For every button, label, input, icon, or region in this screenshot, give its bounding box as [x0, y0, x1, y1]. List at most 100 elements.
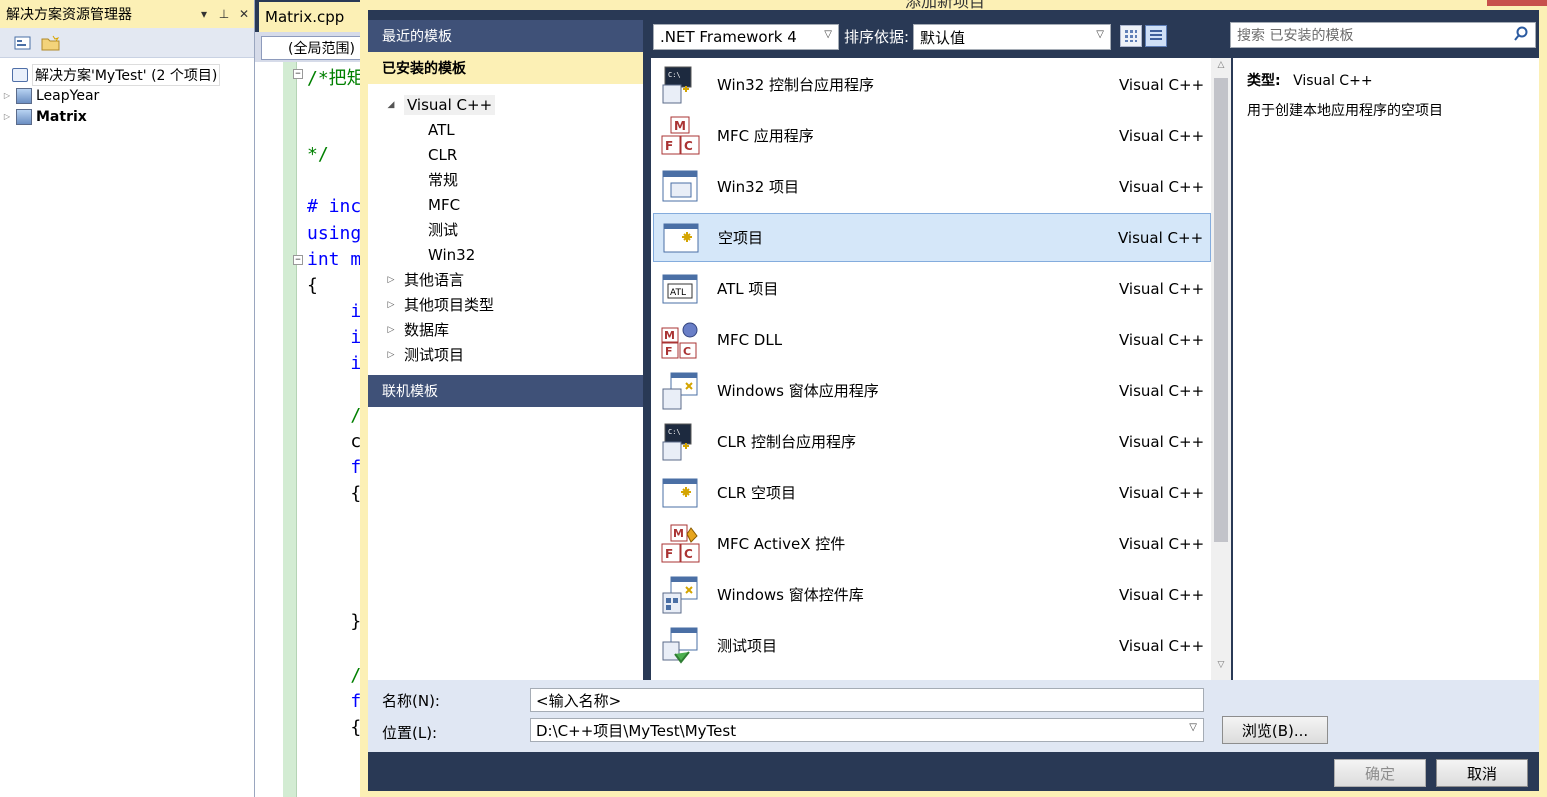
- solution-icon: [12, 67, 28, 82]
- tree-item-label: Visual C++: [404, 94, 496, 115]
- template-item[interactable]: ATL ATL 项目 Visual C++: [653, 264, 1211, 313]
- empty-project-icon: [662, 218, 702, 258]
- template-description-panel: 类型: Visual C++ 用于创建本地应用程序的空项目: [1233, 58, 1539, 680]
- template-item[interactable]: C:\ Win32 控制台应用程序 Visual C++: [653, 60, 1211, 109]
- cancel-button[interactable]: 取消: [1436, 759, 1528, 787]
- tree-item-test-projects[interactable]: ▷ 测试项目: [368, 342, 643, 367]
- project-node-leapyear[interactable]: ▷ LeapYear: [0, 85, 254, 106]
- expand-arrow-icon[interactable]: ▷: [384, 325, 398, 335]
- code-line: # inc: [307, 196, 362, 217]
- show-all-files-button[interactable]: [40, 33, 62, 53]
- scroll-thumb[interactable]: [1214, 78, 1228, 542]
- tree-item-other-languages[interactable]: ▷ 其他语言: [368, 267, 643, 292]
- template-item[interactable]: Windows 窗体控件库 Visual C++: [653, 570, 1211, 619]
- section-recent-templates[interactable]: 最近的模板: [368, 20, 643, 52]
- tree-item-atl[interactable]: ATL: [368, 117, 643, 142]
- vertical-scrollbar[interactable]: △ ▽: [1211, 58, 1231, 680]
- tree-item-clr[interactable]: CLR: [368, 142, 643, 167]
- ok-button[interactable]: 确定: [1334, 759, 1426, 787]
- framework-select[interactable]: .NET Framework 4 ▽: [653, 24, 839, 50]
- tree-item-label: ATL: [428, 120, 455, 139]
- fold-toggle-icon[interactable]: −: [293, 69, 303, 79]
- tree-item-database[interactable]: ▷ 数据库: [368, 317, 643, 342]
- solution-explorer-title: 解决方案资源管理器: [6, 7, 132, 23]
- tree-item-general[interactable]: 常规: [368, 167, 643, 192]
- type-value: Visual C++: [1293, 73, 1373, 89]
- scroll-up-icon[interactable]: △: [1211, 60, 1231, 78]
- code-line: using: [307, 223, 362, 244]
- solution-node[interactable]: 解决方案'MyTest' (2 个项目): [0, 63, 254, 86]
- browse-button[interactable]: 浏览(B)...: [1222, 716, 1328, 744]
- template-item[interactable]: Windows 窗体应用程序 Visual C++: [653, 366, 1211, 415]
- svg-text:M: M: [664, 329, 675, 342]
- scroll-down-icon[interactable]: ▽: [1211, 660, 1231, 678]
- tree-item-other-project-types[interactable]: ▷ 其他项目类型: [368, 292, 643, 317]
- name-label: 名称(N):: [382, 692, 440, 710]
- template-item[interactable]: Win32 项目 Visual C++: [653, 162, 1211, 211]
- code-line: i: [307, 301, 362, 322]
- add-new-project-dialog: 添加新项目 最近的模板 已安装的模板 ◢ Visual C++ ATL CLR …: [360, 0, 1547, 797]
- section-label: 已安装的模板: [382, 61, 466, 77]
- expand-arrow-icon[interactable]: ▷: [384, 350, 398, 360]
- dialog-body: 最近的模板 已安装的模板 ◢ Visual C++ ATL CLR 常规 MFC…: [368, 10, 1539, 791]
- template-language: Visual C++: [1119, 75, 1205, 94]
- framework-value: .NET Framework 4: [660, 28, 797, 46]
- template-search-input[interactable]: 搜索 已安装的模板: [1230, 22, 1536, 48]
- template-language: Visual C++: [1119, 534, 1205, 553]
- template-item[interactable]: CLR 空项目 Visual C++: [653, 468, 1211, 517]
- expand-arrow-icon[interactable]: ▷: [0, 91, 14, 100]
- template-item[interactable]: 空项目 Visual C++: [653, 213, 1211, 262]
- collapse-arrow-icon[interactable]: ◢: [384, 100, 398, 110]
- svg-text:F: F: [665, 547, 673, 561]
- tab-matrix-cpp[interactable]: Matrix.cpp: [259, 2, 369, 32]
- section-installed-templates[interactable]: 已安装的模板: [368, 52, 643, 84]
- svg-text:M: M: [674, 119, 686, 133]
- search-icon[interactable]: [1513, 26, 1529, 46]
- code-line: int m: [307, 249, 362, 270]
- tree-item-test[interactable]: 测试: [368, 217, 643, 242]
- pin-icon[interactable]: ⊥: [214, 7, 234, 21]
- scope-label: (全局范围): [288, 41, 355, 57]
- code-line: {: [307, 483, 362, 504]
- code-line: i: [307, 353, 362, 374]
- tree-item-visual-cpp[interactable]: ◢ Visual C++: [368, 92, 643, 117]
- grid-view-icon: [1125, 30, 1137, 42]
- tree-item-mfc[interactable]: MFC: [368, 192, 643, 217]
- tree-item-win32[interactable]: Win32: [368, 242, 643, 267]
- cpp-project-icon: [16, 87, 32, 104]
- tree-item-label: MFC: [428, 195, 461, 214]
- template-name: MFC 应用程序: [717, 127, 814, 145]
- section-label: 联机模板: [382, 384, 438, 400]
- scope-dropdown[interactable]: (全局范围): [261, 36, 371, 60]
- section-online-templates[interactable]: 联机模板: [368, 375, 643, 407]
- chevron-down-icon: ▽: [824, 29, 832, 40]
- template-item[interactable]: 测试项目 Visual C++: [653, 621, 1211, 670]
- template-item[interactable]: M F C MFC ActiveX 控件 Visual C++: [653, 519, 1211, 568]
- dialog-close-button[interactable]: [1487, 0, 1547, 6]
- close-icon[interactable]: ✕: [234, 7, 254, 21]
- change-margin: [283, 62, 297, 797]
- small-icons-view-button[interactable]: [1120, 25, 1142, 47]
- sort-select[interactable]: 默认值 ▽: [913, 24, 1111, 50]
- template-language: Visual C++: [1119, 432, 1205, 451]
- properties-button[interactable]: [12, 33, 34, 53]
- project-node-matrix[interactable]: ▷ Matrix: [0, 106, 254, 127]
- template-item[interactable]: M F C MFC 应用程序 Visual C++: [653, 111, 1211, 160]
- code-editor: Matrix.cpp (全局范围) /*把矩 */ # inc using in…: [255, 0, 375, 797]
- template-item[interactable]: M F C MFC DLL Visual C++: [653, 315, 1211, 364]
- chevron-down-icon[interactable]: ▽: [1189, 722, 1197, 733]
- svg-text:C: C: [683, 345, 691, 358]
- tree-item-label: 其他项目类型: [404, 296, 495, 314]
- expand-arrow-icon[interactable]: ▷: [384, 300, 398, 310]
- svg-text:C:\: C:\: [668, 71, 681, 79]
- dropdown-icon[interactable]: ▾: [194, 7, 214, 21]
- fold-toggle-icon[interactable]: −: [293, 255, 303, 265]
- location-field[interactable]: D:\C++项目\MyTest\MyTest ▽: [530, 718, 1204, 742]
- details-view-button[interactable]: [1145, 25, 1167, 47]
- expand-arrow-icon[interactable]: ▷: [384, 275, 398, 285]
- template-language: Visual C++: [1119, 585, 1205, 604]
- template-item[interactable]: C:\ CLR 控制台应用程序 Visual C++: [653, 417, 1211, 466]
- tree-item-label: 常规: [428, 171, 459, 189]
- expand-arrow-icon[interactable]: ▷: [0, 112, 14, 121]
- project-name-field[interactable]: <输入名称>: [530, 688, 1204, 712]
